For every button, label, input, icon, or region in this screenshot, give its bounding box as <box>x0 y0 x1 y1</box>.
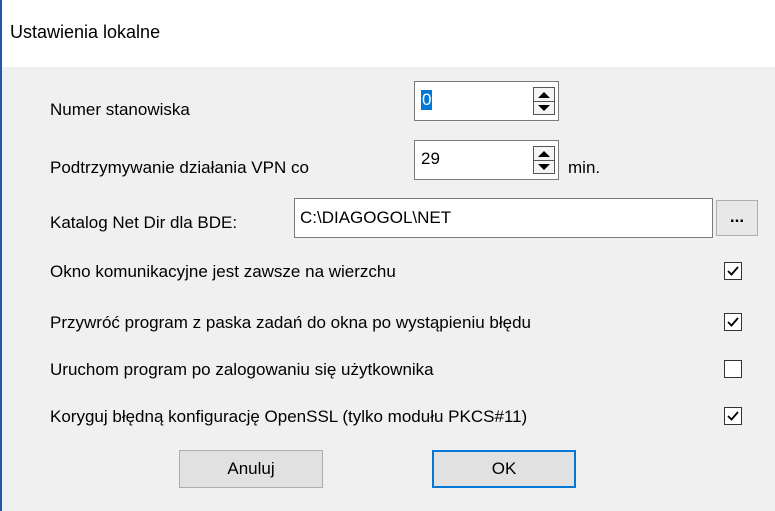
checkmark-icon <box>727 317 739 327</box>
station-value[interactable]: 0 <box>421 90 433 110</box>
station-spinbox[interactable]: 0 <box>414 81 559 121</box>
spin-down-icon[interactable] <box>534 101 554 114</box>
station-spin-buttons[interactable] <box>533 87 555 115</box>
dialog-body: Numer stanowiska 0 Podtrzymywanie działa… <box>2 67 775 511</box>
netdir-label: Katalog Net Dir dla BDE: <box>50 213 238 232</box>
vpn-value[interactable]: 29 <box>421 149 440 169</box>
title-bar: Ustawienia lokalne <box>2 0 775 67</box>
spin-up-icon[interactable] <box>534 88 554 102</box>
spin-up-icon[interactable] <box>534 147 554 161</box>
checkmark-icon <box>727 266 739 276</box>
option-label: Przywróć program z paska zadań do okna p… <box>50 313 531 332</box>
option-checkbox[interactable] <box>724 313 742 331</box>
ok-button[interactable]: OK <box>432 450 576 488</box>
option-checkbox[interactable] <box>724 262 742 280</box>
window-title: Ustawienia lokalne <box>10 22 161 42</box>
netdir-value[interactable]: C:\DIAGOGOL\NET <box>300 208 451 228</box>
vpn-spin-buttons[interactable] <box>533 146 555 174</box>
vpn-unit: min. <box>568 158 601 177</box>
browse-button[interactable]: ... <box>716 200 758 236</box>
option-label: Koryguj błędną konfigurację OpenSSL (tyl… <box>50 407 528 426</box>
option-label: Uruchom program po zalogowaniu się użytk… <box>50 360 434 379</box>
vpn-spinbox[interactable]: 29 <box>414 140 559 180</box>
option-checkbox[interactable] <box>724 360 742 378</box>
spin-down-icon[interactable] <box>534 160 554 173</box>
option-checkbox[interactable] <box>724 407 742 425</box>
station-label: Numer stanowiska <box>50 100 190 119</box>
checkmark-icon <box>727 411 739 421</box>
vpn-label: Podtrzymywanie działania VPN co <box>50 158 309 177</box>
cancel-button[interactable]: Anuluj <box>179 450 323 488</box>
option-label: Okno komunikacyjne jest zawsze na wierzc… <box>50 262 396 281</box>
netdir-input[interactable]: C:\DIAGOGOL\NET <box>294 198 713 238</box>
